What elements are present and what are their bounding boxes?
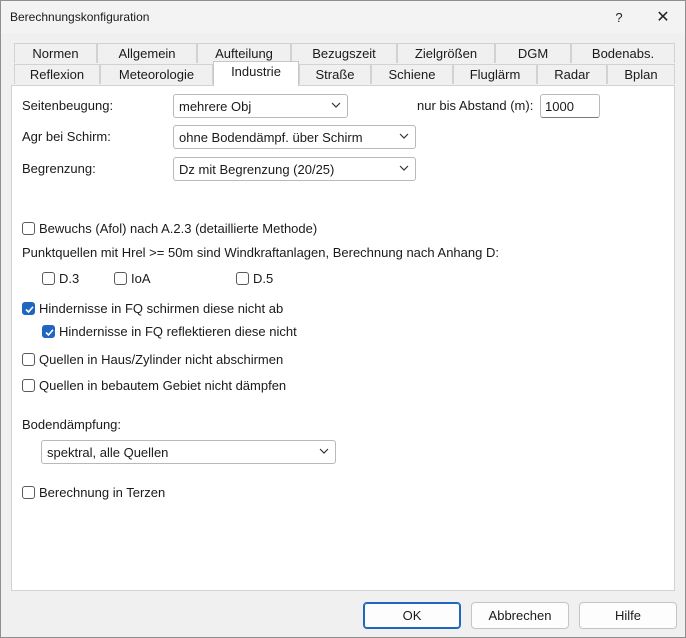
seitenbeugung-dropdown[interactable]: mehrere Obj xyxy=(173,94,348,118)
bodendaempfung-label: Bodendämpfung: xyxy=(22,417,122,432)
quellen-bebaut-label: Quellen in bebautem Gebiet nicht dämpfen xyxy=(39,377,287,393)
tab-zielgroessen[interactable]: Zielgrößen xyxy=(397,43,495,63)
checkbox-box-checked xyxy=(42,324,55,338)
close-button[interactable]: ✕ xyxy=(641,1,685,33)
terzen-checkbox[interactable]: Berechnung in Terzen xyxy=(22,483,165,501)
bodendaempfung-dropdown[interactable]: spektral, alle Quellen xyxy=(41,440,336,464)
ok-button[interactable]: OK xyxy=(363,602,461,629)
chevron-down-icon xyxy=(399,133,409,139)
punktquellen-text: Punktquellen mit Hrel >= 50m sind Windkr… xyxy=(22,245,499,260)
tab-fluglaerm[interactable]: Fluglärm xyxy=(453,64,537,84)
tab-dgm[interactable]: DGM xyxy=(495,43,571,63)
checkbox-box xyxy=(114,271,127,285)
d3-label: D.3 xyxy=(59,270,80,286)
tab-bodenabs[interactable]: Bodenabs. xyxy=(571,43,675,63)
checkbox-box xyxy=(22,378,35,392)
dialog-window: Berechnungskonfiguration ? ✕ Normen Allg… xyxy=(0,0,686,638)
tab-strasse[interactable]: Straße xyxy=(299,64,371,84)
checkbox-box xyxy=(22,352,35,366)
tab-industrie[interactable]: Industrie xyxy=(213,61,299,86)
seitenbeugung-label: Seitenbeugung: xyxy=(22,98,114,113)
tab-reflexion[interactable]: Reflexion xyxy=(14,64,100,84)
quellen-haus-label: Quellen in Haus/Zylinder nicht abschirme… xyxy=(39,351,284,367)
chevron-down-icon xyxy=(319,448,329,454)
hindernisse-schirmen-label: Hindernisse in FQ schirmen diese nicht a… xyxy=(39,300,284,316)
checkbox-box xyxy=(22,221,35,235)
agr-dropdown[interactable]: ohne Bodendämpf. über Schirm xyxy=(173,125,416,149)
check-icon xyxy=(45,328,54,336)
tab-bezugszeit[interactable]: Bezugszeit xyxy=(291,43,397,63)
d5-checkbox[interactable]: D.5 xyxy=(236,269,273,287)
abstand-field[interactable] xyxy=(540,94,600,118)
d5-label: D.5 xyxy=(253,270,274,286)
ioa-checkbox[interactable]: IoA xyxy=(114,269,151,287)
tab-bplan[interactable]: Bplan xyxy=(607,64,675,84)
window-title: Berechnungskonfiguration xyxy=(10,10,150,24)
ioa-label: IoA xyxy=(131,270,151,286)
hindernisse-reflektieren-checkbox[interactable]: Hindernisse in FQ reflektieren diese nic… xyxy=(42,322,297,340)
tab-normen[interactable]: Normen xyxy=(14,43,97,63)
abstand-input[interactable] xyxy=(541,95,599,117)
chevron-down-icon xyxy=(399,165,409,171)
hindernisse-schirmen-checkbox[interactable]: Hindernisse in FQ schirmen diese nicht a… xyxy=(22,299,283,317)
bewuchs-label: Bewuchs (Afol) nach A.2.3 (detaillierte … xyxy=(39,220,318,236)
bewuchs-checkbox[interactable]: Bewuchs (Afol) nach A.2.3 (detaillierte … xyxy=(22,219,317,237)
seitenbeugung-value: mehrere Obj xyxy=(179,99,252,114)
checkbox-box xyxy=(42,271,55,285)
tab-schiene[interactable]: Schiene xyxy=(371,64,453,84)
begrenzung-value: Dz mit Begrenzung (20/25) xyxy=(179,162,335,177)
tab-meteorologie[interactable]: Meteorologie xyxy=(100,64,213,84)
agr-value: ohne Bodendämpf. über Schirm xyxy=(179,130,363,145)
quellen-bebaut-checkbox[interactable]: Quellen in bebautem Gebiet nicht dämpfen xyxy=(22,376,286,394)
tab-radar[interactable]: Radar xyxy=(537,64,607,84)
cancel-button[interactable]: Abbrechen xyxy=(471,602,569,629)
help-button[interactable]: ? xyxy=(597,1,641,33)
bodendaempfung-value: spektral, alle Quellen xyxy=(47,445,169,460)
chevron-down-icon xyxy=(331,102,341,108)
terzen-label: Berechnung in Terzen xyxy=(39,484,166,500)
begrenzung-label: Begrenzung: xyxy=(22,161,96,176)
d3-checkbox[interactable]: D.3 xyxy=(42,269,79,287)
title-bar: Berechnungskonfiguration ? ✕ xyxy=(1,1,685,33)
checkbox-box xyxy=(22,485,35,499)
checkbox-box xyxy=(236,271,249,285)
check-icon xyxy=(25,305,34,313)
hindernisse-reflektieren-label: Hindernisse in FQ reflektieren diese nic… xyxy=(59,323,297,339)
agr-label: Agr bei Schirm: xyxy=(22,129,111,144)
tab-allgemein[interactable]: Allgemein xyxy=(97,43,197,63)
abstand-label: nur bis Abstand (m): xyxy=(417,98,534,113)
tab-aufteilung[interactable]: Aufteilung xyxy=(197,43,291,63)
begrenzung-dropdown[interactable]: Dz mit Begrenzung (20/25) xyxy=(173,157,416,181)
quellen-haus-checkbox[interactable]: Quellen in Haus/Zylinder nicht abschirme… xyxy=(22,350,283,368)
help-dialog-button[interactable]: Hilfe xyxy=(579,602,677,629)
checkbox-box-checked xyxy=(22,301,35,315)
